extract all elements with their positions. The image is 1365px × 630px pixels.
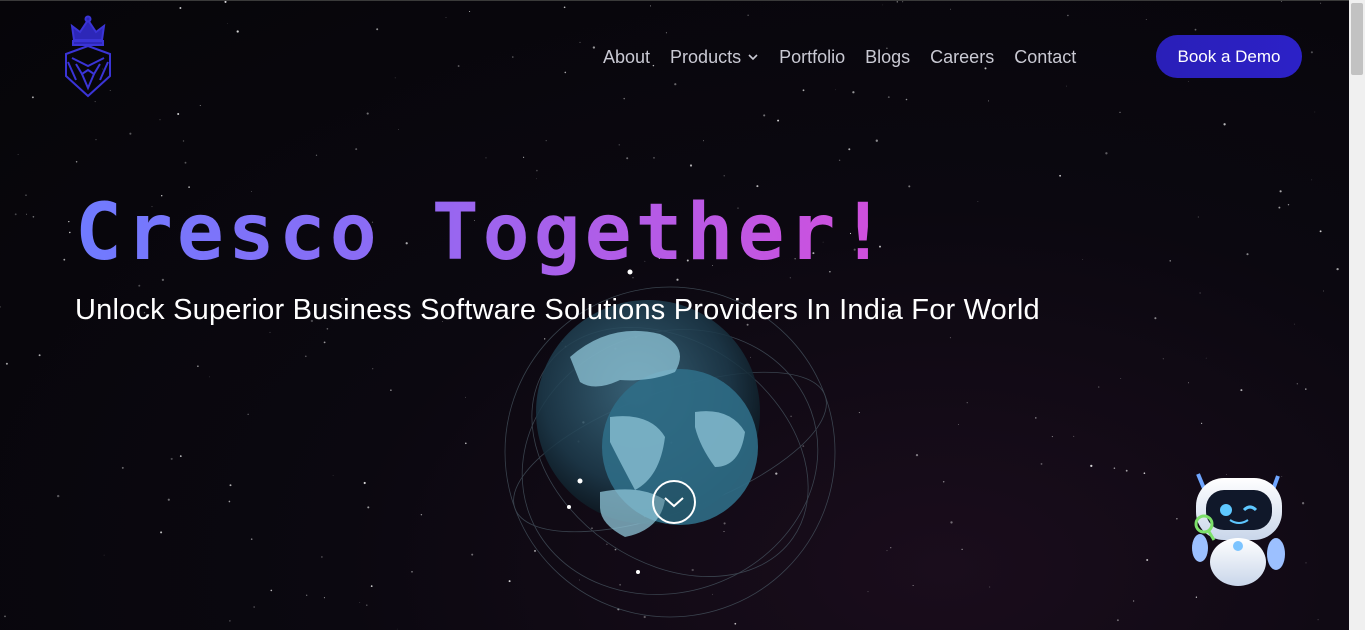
chevron-down-circle-icon: [664, 497, 684, 508]
nav-products-label: Products: [670, 46, 742, 67]
robot-assistant-icon[interactable]: [1186, 466, 1292, 590]
main-nav: About Products Portfolio Blogs Careers C…: [603, 35, 1096, 79]
hero-section: About Products Portfolio Blogs Careers C…: [0, 0, 1349, 630]
book-demo-button[interactable]: Book a Demo: [1156, 35, 1302, 78]
nav-about[interactable]: About: [603, 47, 650, 68]
top-border: [0, 0, 1349, 1]
nav-contact[interactable]: Contact: [1014, 47, 1076, 68]
chevron-down-icon: [748, 54, 758, 61]
scroll-down-button[interactable]: [652, 480, 696, 524]
nav-portfolio[interactable]: Portfolio: [779, 47, 845, 68]
page-scrollbar-thumb[interactable]: [1351, 3, 1363, 75]
nav-products[interactable]: Products: [670, 47, 759, 68]
hero-title: Cresco Together!: [75, 188, 891, 278]
hero-subtitle: Unlock Superior Business Software Soluti…: [75, 294, 1040, 326]
crown-lion-crest-icon[interactable]: [62, 14, 114, 98]
nav-careers[interactable]: Careers: [930, 47, 994, 68]
nav-blogs[interactable]: Blogs: [865, 47, 910, 68]
page-scrollbar[interactable]: [1349, 0, 1365, 630]
